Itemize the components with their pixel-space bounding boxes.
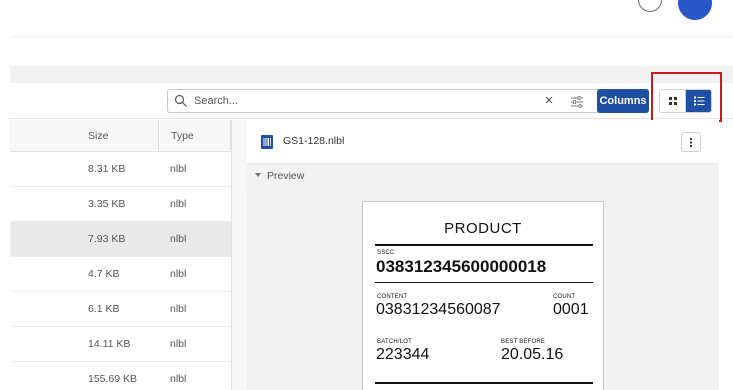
cell-type: nlbl bbox=[170, 268, 187, 280]
cell-size: 4.7 KB bbox=[88, 268, 120, 280]
label-count-value: 0001 bbox=[553, 301, 589, 318]
table-row[interactable]: 4.7 KB nlbl bbox=[10, 257, 231, 292]
cell-size: 7.93 KB bbox=[88, 233, 126, 245]
cell-type: nlbl bbox=[170, 373, 187, 385]
label-best-before-caption: BEST BEFORE bbox=[501, 339, 546, 345]
search-box: × bbox=[167, 89, 601, 113]
label-divider bbox=[375, 244, 593, 246]
column-header-size[interactable]: Size bbox=[88, 120, 108, 152]
section-band bbox=[10, 66, 733, 83]
label-batch-value: 223344 bbox=[376, 346, 430, 363]
user-avatar[interactable] bbox=[678, 0, 712, 20]
column-header-type[interactable]: Type bbox=[171, 120, 194, 152]
cell-size: 6.1 KB bbox=[88, 303, 120, 315]
label-preview-image: PRODUCT SSCC 038312345600000018 CONTENT … bbox=[362, 201, 604, 390]
cell-size: 155.69 KB bbox=[88, 373, 138, 385]
cell-size: 14.11 KB bbox=[88, 338, 131, 350]
cell-type: nlbl bbox=[170, 303, 187, 315]
cell-type: nlbl bbox=[170, 338, 187, 350]
cell-size: 8.31 KB bbox=[88, 163, 126, 175]
help-icon[interactable] bbox=[638, 0, 662, 12]
cell-type: nlbl bbox=[170, 163, 187, 175]
preview-label: Preview bbox=[267, 170, 305, 182]
table-row[interactable]: 8.31 KB nlbl bbox=[10, 152, 231, 187]
app-header bbox=[10, 0, 733, 37]
label-divider bbox=[375, 282, 593, 283]
label-sscc-value: 038312345600000018 bbox=[376, 257, 547, 276]
more-options-button[interactable] bbox=[681, 132, 701, 152]
label-content-caption: CONTENT bbox=[377, 294, 408, 300]
search-input[interactable] bbox=[194, 92, 534, 110]
panel-resizer[interactable] bbox=[231, 120, 247, 390]
panel-header: GS1-128.nlbl bbox=[247, 120, 719, 164]
close-icon[interactable]: × bbox=[541, 93, 557, 110]
more-vertical-icon bbox=[690, 138, 692, 147]
label-best-before-value: 20.05.16 bbox=[501, 346, 564, 363]
label-sscc-caption: SSCC bbox=[377, 250, 395, 256]
label-divider bbox=[375, 382, 593, 384]
detail-panel: GS1-128.nlbl Preview PRODUCT SSCC 038312… bbox=[247, 120, 719, 390]
label-product-text: PRODUCT bbox=[444, 220, 522, 237]
label-batch-caption: BATCH/LOT bbox=[377, 339, 413, 345]
table-row[interactable]: 3.35 KB nlbl bbox=[10, 187, 231, 222]
table-row-selected[interactable]: 7.93 KB nlbl bbox=[10, 222, 231, 257]
chevron-down-icon[interactable] bbox=[255, 173, 261, 177]
preview-area: PRODUCT SSCC 038312345600000018 CONTENT … bbox=[247, 188, 719, 390]
column-divider[interactable] bbox=[158, 120, 159, 152]
cell-type: nlbl bbox=[170, 233, 187, 245]
sub-header bbox=[10, 38, 733, 66]
table-row[interactable]: 14.11 KB nlbl bbox=[10, 327, 231, 362]
cell-type: nlbl bbox=[170, 198, 187, 210]
highlight-annotation bbox=[651, 72, 722, 122]
filter-icon[interactable] bbox=[570, 95, 584, 109]
table-header: Size Type bbox=[10, 120, 231, 152]
table-row[interactable]: 155.69 KB nlbl bbox=[10, 362, 231, 390]
file-name: GS1-128.nlbl bbox=[283, 135, 345, 147]
cell-size: 3.35 KB bbox=[88, 198, 126, 210]
barcode-file-icon bbox=[261, 135, 273, 149]
label-content-value: 03831234560087 bbox=[376, 301, 501, 318]
preview-section-header[interactable]: Preview bbox=[247, 164, 719, 188]
label-count-caption: COUNT bbox=[553, 294, 576, 300]
table-row[interactable]: 6.1 KB nlbl bbox=[10, 292, 231, 327]
search-icon bbox=[174, 94, 187, 107]
toolbar: × Columns bbox=[10, 83, 733, 119]
columns-button[interactable]: Columns bbox=[597, 89, 649, 113]
